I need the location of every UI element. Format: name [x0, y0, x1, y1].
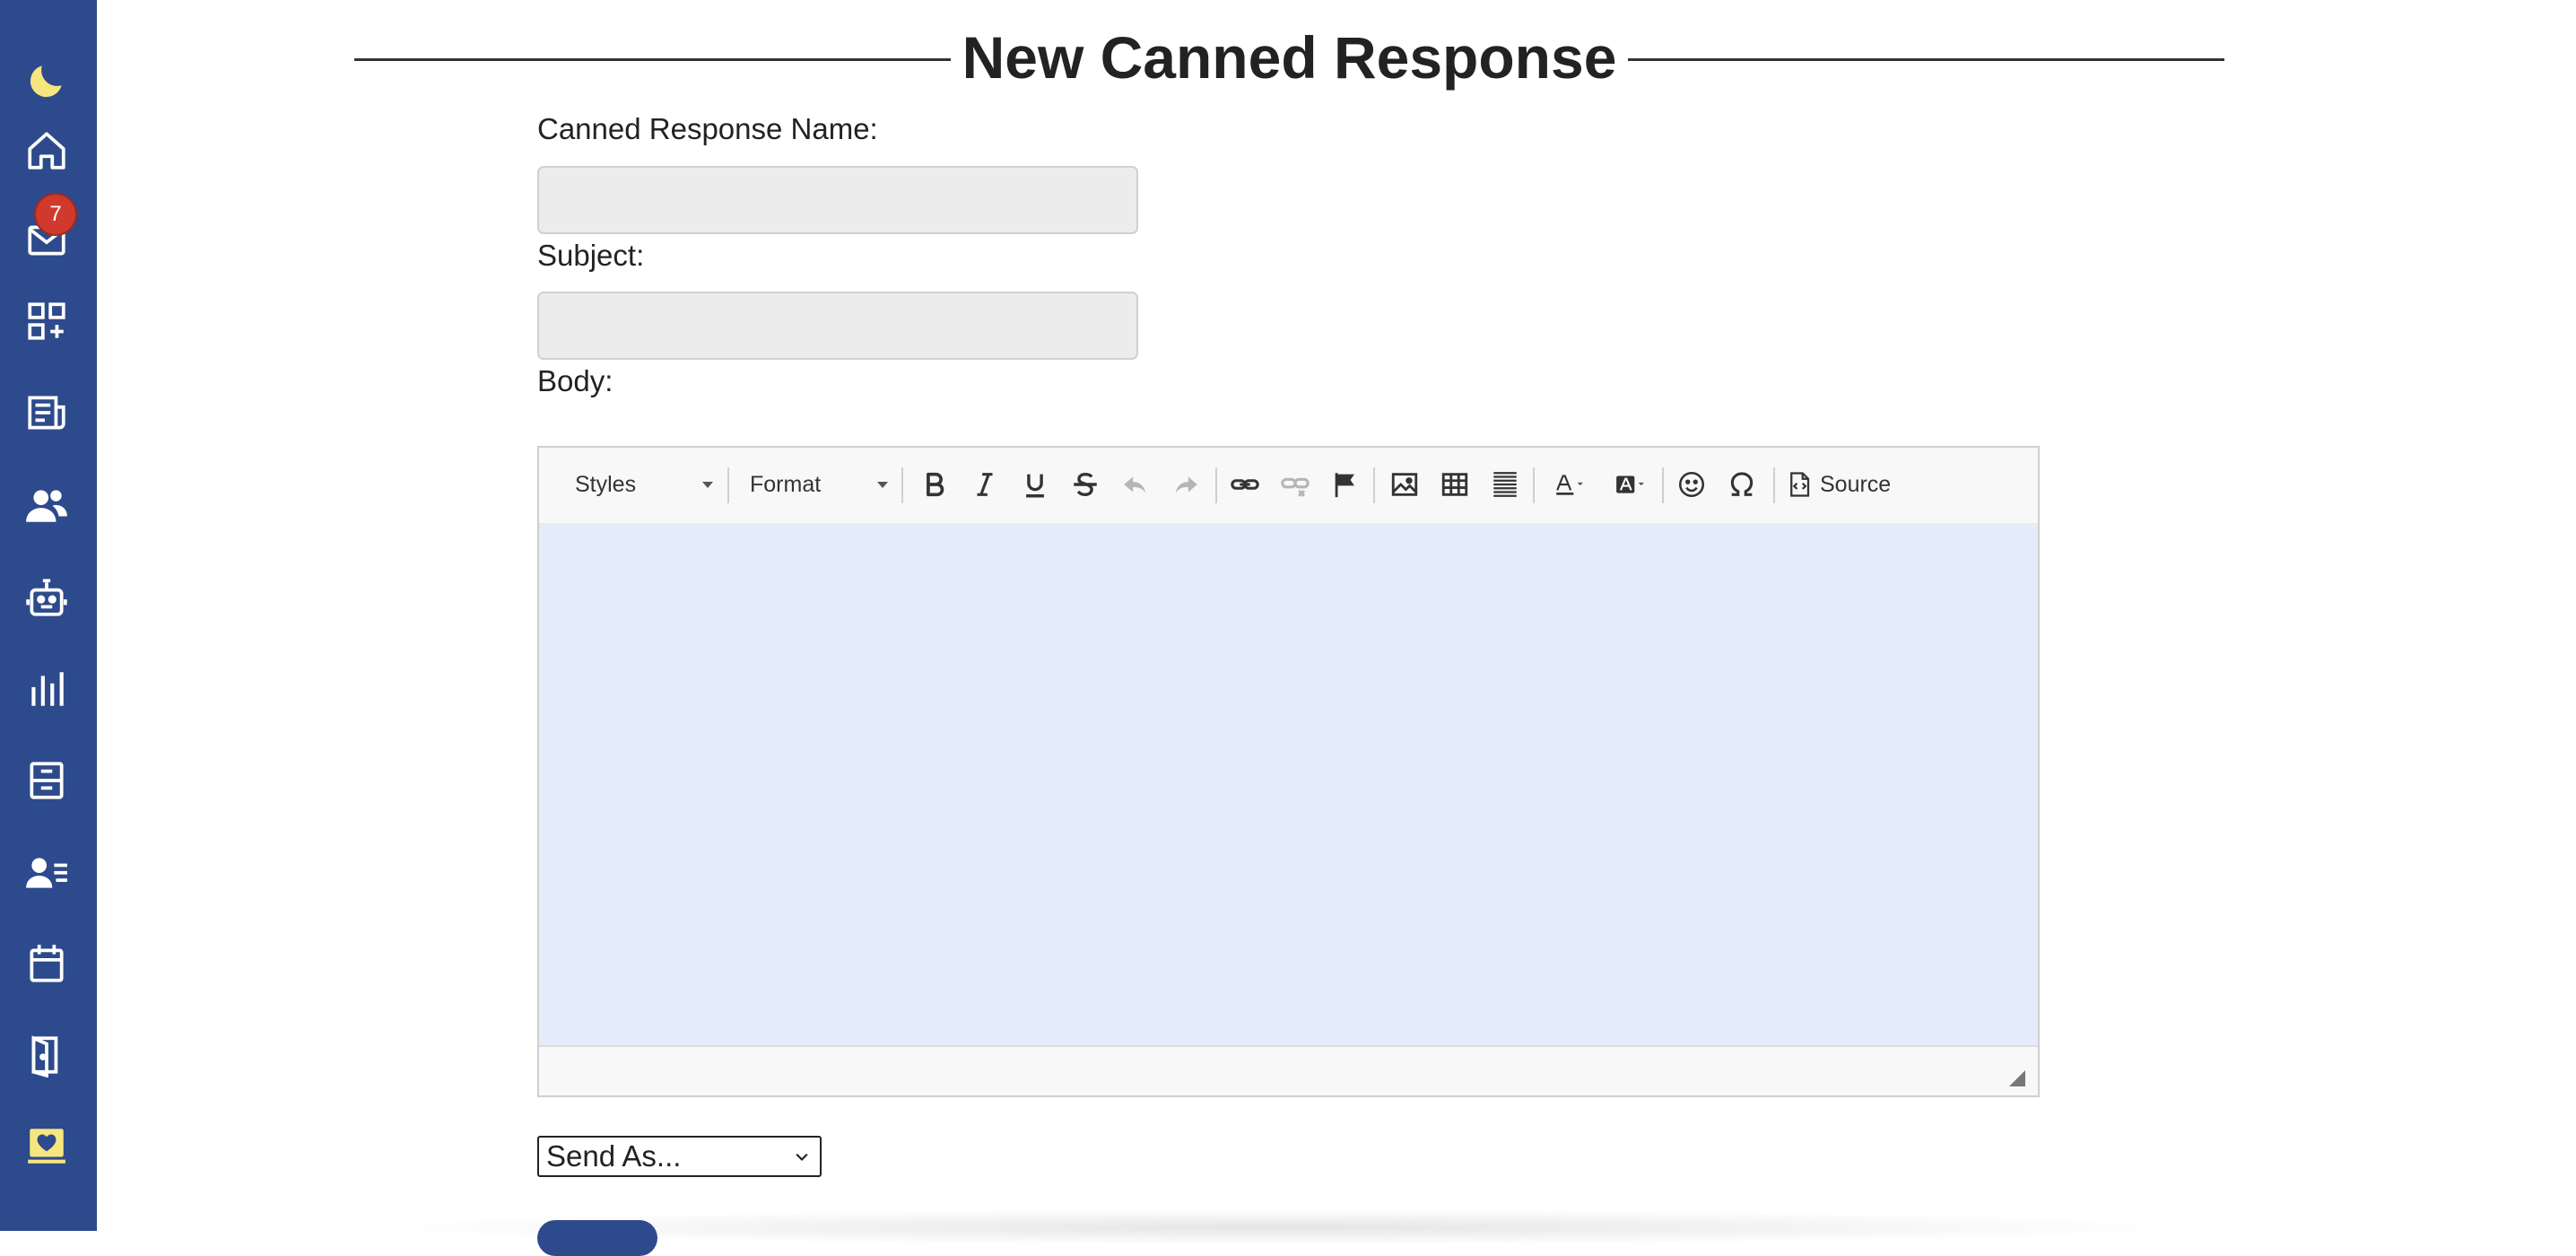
page-heading: New Canned Response — [354, 18, 2224, 100]
styles-dropdown-label: Styles — [575, 471, 637, 497]
sidebar-item-archive[interactable] — [22, 755, 72, 806]
special-char-omega-icon — [1730, 472, 1754, 496]
calendar-icon — [30, 945, 64, 982]
door-icon — [31, 1035, 58, 1077]
italic-icon — [977, 473, 993, 496]
unlink-button[interactable] — [1275, 464, 1316, 505]
send-as-select-value: Send As... — [546, 1139, 682, 1173]
editor-status-bar — [539, 1045, 2038, 1095]
anchor-flag-icon — [1335, 473, 1354, 498]
sidebar-item-favorites[interactable] — [22, 1121, 72, 1171]
redo-button[interactable] — [1165, 464, 1206, 505]
format-dropdown-label: Format — [750, 471, 822, 497]
submit-button[interactable] — [537, 1220, 657, 1256]
sidebar-item-contacts[interactable] — [22, 848, 72, 898]
users-icon — [26, 490, 67, 522]
styles-dropdown[interactable]: Styles — [575, 464, 713, 505]
sidebar-item-bots[interactable] — [22, 572, 72, 623]
sidebar-item-users[interactable] — [22, 480, 72, 530]
strikethrough-icon — [1074, 472, 1097, 497]
bold-button[interactable] — [914, 464, 955, 505]
source-button-label: Source — [1820, 471, 1892, 497]
anchor-button[interactable] — [1325, 464, 1366, 505]
horizontal-line-button[interactable] — [1484, 464, 1526, 505]
sidebar-item-home[interactable] — [22, 126, 72, 176]
sidebar-item-reports[interactable] — [22, 664, 72, 714]
bold-icon — [927, 472, 944, 497]
toolbar-separator — [901, 467, 903, 503]
canned-response-name-input[interactable] — [537, 166, 1138, 234]
toolbar-separator — [727, 467, 729, 503]
smiley-button[interactable] — [1671, 464, 1712, 505]
robot-icon — [26, 579, 67, 616]
italic-button[interactable] — [964, 464, 1005, 505]
underline-button[interactable] — [1014, 464, 1056, 505]
toolbar-separator — [1773, 467, 1775, 503]
undo-icon — [1124, 476, 1146, 493]
sidebar-item-logout[interactable] — [22, 1030, 72, 1080]
toolbar-separator — [1662, 467, 1664, 503]
table-icon — [1441, 473, 1468, 496]
special-character-button[interactable] — [1721, 464, 1762, 505]
inbox-badge: 7 — [34, 193, 77, 236]
send-as-select[interactable]: Send As... — [537, 1136, 822, 1177]
sidebar: 7 — [0, 0, 97, 1231]
canned-response-name-label: Canned Response Name: — [537, 112, 878, 145]
text-color-icon — [1556, 475, 1583, 495]
heading-divider-right — [1628, 58, 2224, 61]
background-color-icon — [1616, 475, 1644, 493]
chevron-down-icon — [877, 482, 888, 488]
source-button[interactable]: Source — [1786, 464, 1911, 505]
home-icon — [28, 132, 65, 170]
redo-icon — [1175, 476, 1197, 493]
body-label: Body: — [537, 364, 614, 397]
toolbar-separator — [1533, 467, 1535, 503]
subject-label: Subject: — [537, 239, 645, 272]
format-dropdown[interactable]: Format — [750, 464, 888, 505]
apps-add-icon — [28, 302, 65, 340]
toolbar-separator — [1215, 467, 1217, 503]
chevron-down-icon — [796, 1153, 808, 1162]
strikethrough-button[interactable] — [1065, 464, 1106, 505]
heart-screen-icon — [28, 1129, 65, 1164]
chevron-down-icon — [702, 482, 713, 488]
article-icon — [28, 396, 65, 430]
image-button[interactable] — [1384, 464, 1425, 505]
smiley-icon — [1678, 471, 1705, 498]
page-title: New Canned Response — [962, 24, 1617, 91]
moon-icon — [30, 65, 62, 98]
subject-input[interactable] — [537, 292, 1138, 360]
editor-content-area[interactable] — [539, 523, 2038, 1045]
archive-icon — [30, 762, 64, 799]
image-icon — [1391, 473, 1418, 496]
link-icon — [1231, 479, 1259, 490]
body-editor: Styles Format Source — [537, 446, 2040, 1097]
unlink-icon — [1281, 477, 1310, 497]
table-button[interactable] — [1434, 464, 1475, 505]
text-color-button[interactable] — [1542, 464, 1596, 505]
contact-list-icon — [26, 858, 67, 888]
editor-toolbar: Styles Format Source — [539, 448, 2038, 525]
link-button[interactable] — [1224, 464, 1266, 505]
source-icon — [1790, 472, 1810, 497]
bar-chart-icon — [31, 672, 64, 706]
background-color-button[interactable] — [1603, 464, 1657, 505]
resize-handle[interactable] — [2009, 1070, 2025, 1086]
horizontal-line-icon — [1493, 472, 1517, 497]
underline-icon — [1026, 474, 1044, 498]
sidebar-item-theme-toggle[interactable] — [22, 56, 72, 106]
undo-button[interactable] — [1115, 464, 1156, 505]
sidebar-item-articles[interactable] — [22, 388, 72, 438]
sidebar-item-calendar[interactable] — [22, 938, 72, 989]
toolbar-separator — [1373, 467, 1375, 503]
sidebar-item-apps[interactable] — [22, 296, 72, 346]
